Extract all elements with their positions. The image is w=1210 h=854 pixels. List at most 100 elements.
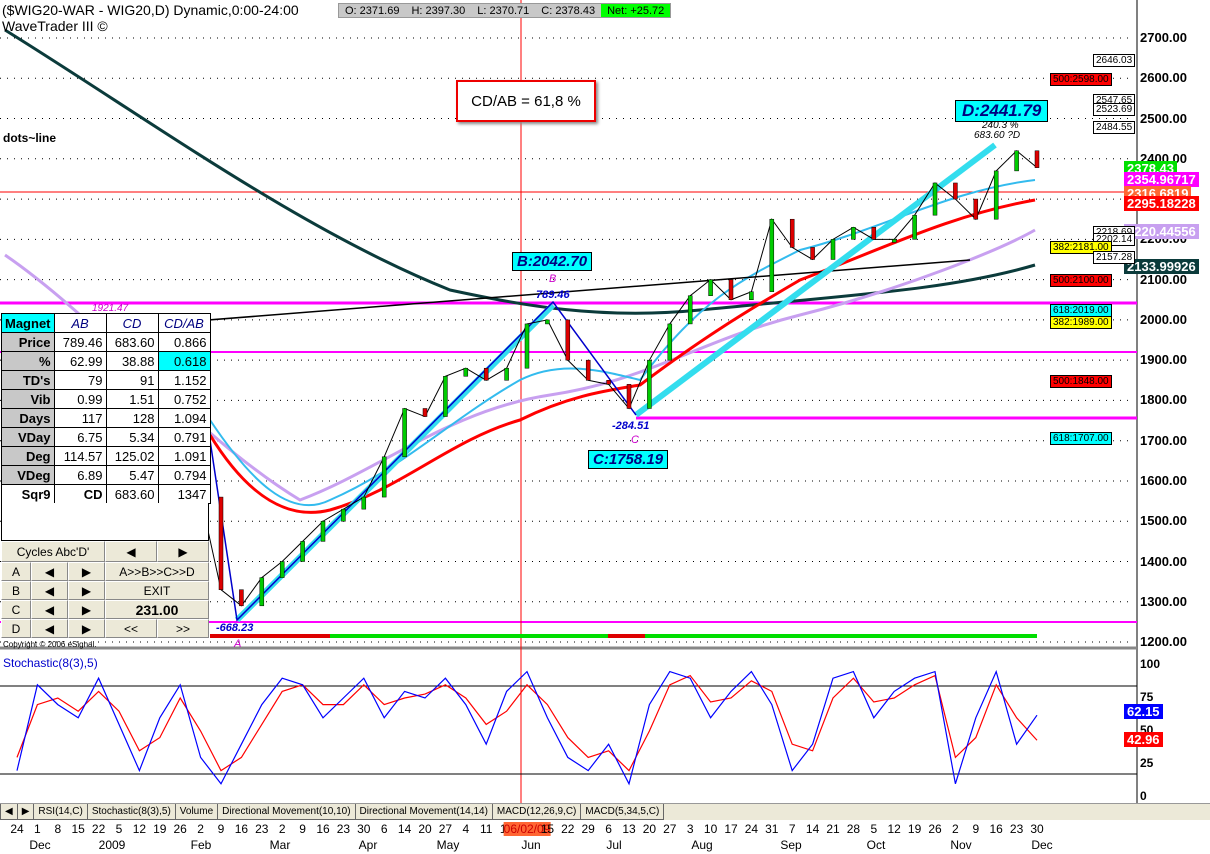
c-next-button[interactable]: ▶ <box>68 600 105 619</box>
point-a-button[interactable]: A <box>1 562 31 581</box>
magnet-cell: 1347 <box>157 484 211 504</box>
fib-level-tag: 2157.28 <box>1093 250 1136 264</box>
x-tick-label: 4 <box>462 822 470 836</box>
point-c-value: -284.51 <box>612 420 650 432</box>
x-tick-label: 2 <box>278 822 286 836</box>
indicator-tab[interactable]: Directional Movement(14,14) <box>354 804 493 820</box>
point-d-sub: 683.60 ?D <box>974 130 1021 141</box>
point-b-value: 789.46 <box>536 289 570 301</box>
x-tick-label: 20 <box>418 822 432 836</box>
magnet-cell: 789.46 <box>53 332 107 352</box>
candle <box>239 589 244 607</box>
open-value: O: 2371.69 <box>345 4 400 17</box>
magnet-cell: 0.866 <box>157 332 211 352</box>
stochastic-label: Stochastic(8(3),5) <box>3 656 98 670</box>
magnet-row: Deg 114.57 125.02 1.091 <box>1 446 211 466</box>
x-tick-label: 7 <box>788 822 796 836</box>
x-tick-label: 21 <box>826 822 840 836</box>
stoch-d-tag: 42.96 <box>1124 732 1163 747</box>
cycle-value: 231.00 <box>105 600 209 619</box>
magnet-row: VDay 6.75 5.34 0.791 <box>1 427 211 447</box>
candle <box>810 247 815 260</box>
magnet-cell: 1.152 <box>157 370 211 390</box>
point-b-button[interactable]: B <box>1 581 31 600</box>
point-c-label: C:1758.19 <box>588 450 669 469</box>
indicator-tab[interactable]: Directional Movement(10,10) <box>217 804 356 820</box>
x-tick-label: 5 <box>115 822 123 836</box>
x-tick-label: 9 <box>972 822 980 836</box>
x-tick-label: 6 <box>380 822 388 836</box>
point-a-marker: A <box>234 638 242 650</box>
b-prev-button[interactable]: ◀ <box>31 581 68 600</box>
rewind-button[interactable]: << <box>105 619 157 638</box>
x-tick-label: 30 <box>357 822 371 836</box>
x-tick-label: 12 <box>887 822 901 836</box>
indicator-tab[interactable]: MACD(5,34,5,C) <box>580 804 665 820</box>
cycle-next-button[interactable]: ▶ <box>157 541 209 562</box>
y-tick-label: 1500.00 <box>1140 513 1187 529</box>
x-tick-label: 30 <box>1030 822 1044 836</box>
point-d-button[interactable]: D <box>1 619 31 638</box>
trend-channel-cd <box>634 142 997 418</box>
d-next-button[interactable]: ▶ <box>68 619 105 638</box>
d-prev-button[interactable]: ◀ <box>31 619 68 638</box>
x-tick-label: 23 <box>255 822 269 836</box>
candle <box>341 508 346 522</box>
magnet-table: Magnet AB CD CD/AB Price 789.46 683.60 0.86… <box>1 313 211 504</box>
x-tick-label: 24 <box>744 822 759 836</box>
x-tick-label: 19 <box>907 822 922 836</box>
x-tick-label: 3 <box>686 822 694 836</box>
point-c-marker: C <box>631 434 639 446</box>
net-change: Net: +25.72 <box>601 4 671 17</box>
candle <box>218 496 224 590</box>
y-tick-label: 2000.00 <box>1140 311 1187 327</box>
candle <box>463 367 469 377</box>
scroll-left-button[interactable]: ◀ <box>0 804 18 820</box>
candle <box>381 456 387 498</box>
a-prev-button[interactable]: ◀ <box>31 562 68 581</box>
candle <box>953 182 958 200</box>
indicator-tab[interactable]: MACD(12,26,9,C) <box>491 804 582 820</box>
abcd-button[interactable]: A>>B>>C>>D <box>105 562 209 581</box>
forward-button[interactable]: >> <box>157 619 209 638</box>
x-month-label: Mar <box>269 838 291 852</box>
candle <box>606 380 611 385</box>
cycles-button[interactable]: Cycles Abc'D' <box>1 541 105 562</box>
x-tick-label: 19 <box>153 822 167 836</box>
a-next-button[interactable]: ▶ <box>68 562 105 581</box>
x-month-label: Sep <box>780 838 802 852</box>
magnet-cell: 0.794 <box>157 465 211 485</box>
fib-level-tag: 618:1707.00 <box>1050 431 1112 445</box>
x-tick-label: 16 <box>316 822 330 836</box>
candle <box>1034 150 1040 168</box>
exit-button[interactable]: EXIT <box>105 581 209 600</box>
cycle-prev-button[interactable]: ◀ <box>105 541 157 562</box>
y-tick-label: 2600.00 <box>1140 70 1187 86</box>
magnet-cell: 0.618 <box>157 351 211 371</box>
magnet-cell: 5.34 <box>105 427 159 447</box>
stoch-tick-label: 0 <box>1140 789 1147 803</box>
close-value: C: 2378.43 <box>541 4 596 17</box>
b-next-button[interactable]: ▶ <box>68 581 105 600</box>
col-ab: AB <box>53 313 107 333</box>
scroll-right-button[interactable]: ▶ <box>16 804 35 820</box>
point-c-button[interactable]: C <box>1 600 31 619</box>
abcd-pattern-line <box>209 300 637 622</box>
candle <box>728 279 734 301</box>
magnet-blank <box>1 503 209 541</box>
magnet-row: Days 117 128 1.094 <box>1 408 211 428</box>
c-prev-button[interactable]: ◀ <box>31 600 68 619</box>
candle <box>708 279 713 296</box>
x-tick-label: 23 <box>1009 822 1024 836</box>
indicator-tab[interactable]: Stochastic(8(3),5) <box>86 804 176 820</box>
low-value: L: 2370.71 <box>477 4 530 17</box>
x-tick-label: 26 <box>928 822 942 836</box>
x-tick-label: 6 <box>605 822 612 836</box>
magnet-row-label: VDay <box>1 427 55 447</box>
magnet-row: Sqr9 CD 683.60 1347 <box>1 484 211 504</box>
indicator-tab[interactable]: Volume <box>174 804 219 820</box>
x-tick-label: 10 <box>703 822 718 836</box>
x-tick-label: 22 <box>561 822 575 836</box>
x-month-label: Aug <box>691 838 713 852</box>
indicator-tab[interactable]: RSI(14,C) <box>33 804 88 820</box>
